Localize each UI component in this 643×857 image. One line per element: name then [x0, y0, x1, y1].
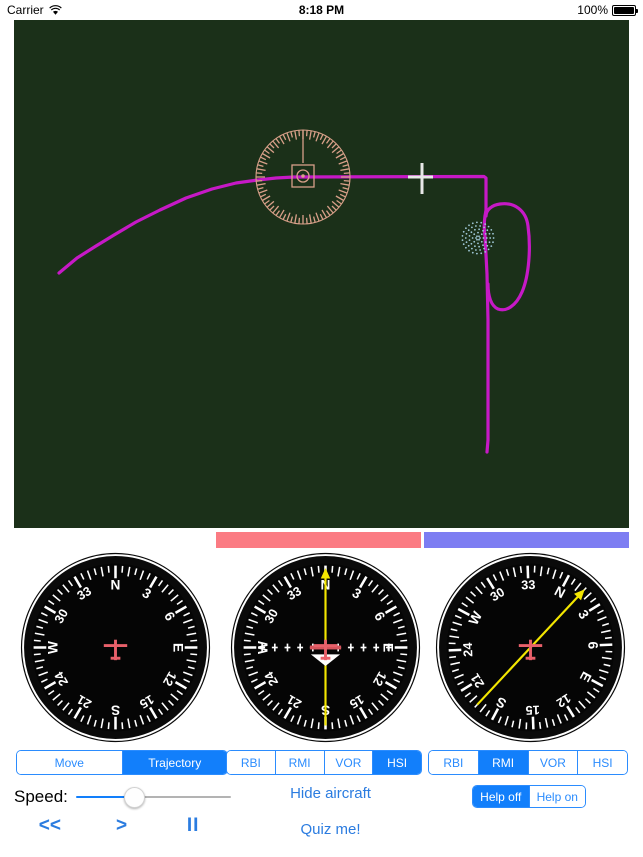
segment-trajectory[interactable]: Trajectory: [122, 751, 227, 774]
speed-slider[interactable]: [75, 787, 231, 808]
speed-label: Speed:: [14, 787, 68, 806]
dial-rbi[interactable]: N 36E1215S2124W3033: [18, 550, 213, 745]
svg-text:33: 33: [521, 578, 536, 592]
segment-move[interactable]: Move: [17, 751, 123, 774]
status-bar: Carrier 8:18 PM 100%: [0, 0, 643, 20]
left-instrument-color-bar: [216, 532, 421, 548]
segment-right-rbi[interactable]: RBI: [429, 751, 479, 774]
dial-rmi[interactable]: N36E1215S2124W30 33: [433, 550, 628, 745]
clock-label: 8:18 PM: [298, 3, 345, 17]
slider-track-remaining: [134, 796, 231, 798]
controls-panel: Move Trajectory RBI RMI VOR HSI RBI RMI …: [0, 745, 643, 847]
transport-controls: << > II: [14, 815, 229, 837]
svg-text:E: E: [170, 643, 185, 652]
segment-right-rmi[interactable]: RMI: [478, 751, 529, 774]
segment-right-hsi[interactable]: HSI: [578, 751, 627, 774]
svg-text:W: W: [46, 641, 61, 654]
slider-thumb[interactable]: [123, 787, 145, 808]
pause-button[interactable]: II: [157, 815, 229, 837]
instrument-dials: N36E1215S2124W3033 N36E1215S2124W3033: [0, 550, 643, 745]
svg-text:15: 15: [525, 703, 540, 717]
segment-left-rbi[interactable]: RBI: [227, 751, 276, 774]
instrument-color-bars: [0, 530, 643, 550]
right-instrument-color-bar: [424, 532, 629, 548]
svg-text:N: N: [111, 578, 121, 593]
speed-control-row: Speed:: [14, 787, 244, 808]
rewind-button[interactable]: <<: [14, 815, 86, 837]
segment-left-rmi[interactable]: RMI: [275, 751, 325, 774]
status-bar-right: 100%: [577, 3, 638, 17]
svg-text:6: 6: [585, 641, 600, 650]
battery-percent-label: 100%: [577, 3, 608, 17]
right-instrument-segmented-control[interactable]: RBI RMI VOR HSI: [428, 750, 628, 775]
segment-help-off[interactable]: Help off: [473, 786, 530, 807]
center-links: Hide aircraft Quiz me!: [248, 785, 413, 857]
segment-right-vor[interactable]: VOR: [528, 751, 579, 774]
segment-left-vor[interactable]: VOR: [324, 751, 374, 774]
view-mode-segmented-control[interactable]: Move Trajectory: [16, 750, 228, 775]
play-button[interactable]: >: [86, 815, 158, 837]
hide-aircraft-button[interactable]: Hide aircraft: [248, 785, 413, 802]
map-background: [14, 20, 629, 528]
map-container[interactable]: [0, 20, 643, 528]
help-segmented-control[interactable]: Help off Help on: [472, 785, 586, 808]
segment-help-on[interactable]: Help on: [529, 786, 585, 807]
left-instrument-segmented-control[interactable]: RBI RMI VOR HSI: [226, 750, 422, 775]
svg-text:S: S: [111, 702, 120, 717]
svg-text:24: 24: [461, 642, 475, 657]
dial-hsi[interactable]: N36E1215S2124W3033: [228, 550, 423, 745]
segment-left-hsi[interactable]: HSI: [373, 751, 421, 774]
quiz-me-button[interactable]: Quiz me!: [248, 821, 413, 838]
status-bar-clock: 8:18 PM: [0, 0, 643, 20]
trajectory-map[interactable]: [14, 20, 629, 528]
battery-full-icon: [612, 4, 638, 16]
